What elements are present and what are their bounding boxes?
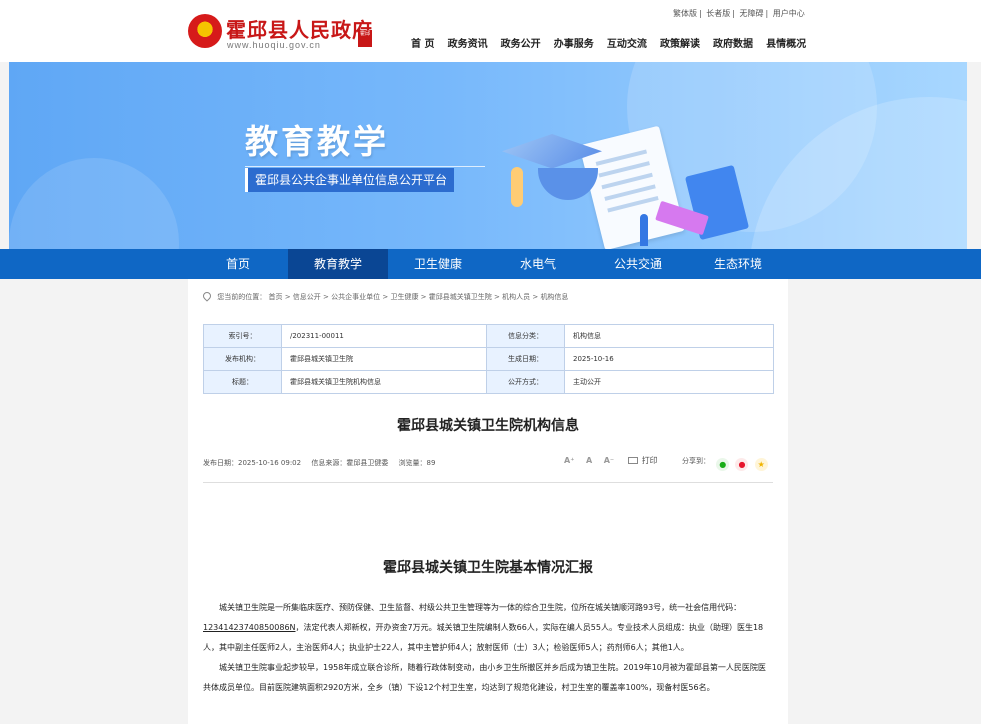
nav-interaction[interactable]: 互动交流 bbox=[607, 35, 647, 50]
article-tools: A⁺ A A⁻ 打印 bbox=[564, 455, 658, 466]
national-emblem-icon bbox=[188, 14, 222, 48]
nav-government-openness[interactable]: 政务公开 bbox=[501, 35, 541, 50]
traditional-version-link[interactable]: 繁体版 bbox=[673, 9, 697, 18]
font-small-button[interactable]: A⁻ bbox=[604, 456, 614, 465]
article-title: 霍邱县城关镇卫生院机构信息 bbox=[397, 418, 579, 434]
nav-services[interactable]: 办事服务 bbox=[554, 35, 594, 50]
elderly-version-link[interactable]: 长者版 bbox=[706, 9, 730, 18]
accessibility-link[interactable]: 无障碍 bbox=[740, 9, 764, 18]
breadcrumb: 您当前的位置： 首页 > 信息公开 > 公共企事业单位 > 卫生健康 > 霍邱县… bbox=[201, 290, 568, 302]
breadcrumb-public-units[interactable]: 公共企事业单位 bbox=[331, 293, 380, 301]
paragraph: 城关镇卫生院是一所集临床医疗、预防保健、卫生监督、村级公共卫生管理等为一体的综合… bbox=[203, 598, 773, 658]
section-title: 霍邱县城关镇卫生院基本情况汇报 bbox=[383, 560, 593, 576]
tassel-icon bbox=[511, 167, 523, 207]
category-health[interactable]: 卫生健康 bbox=[388, 249, 488, 279]
breadcrumb-personnel[interactable]: 机构人员 bbox=[502, 293, 530, 301]
table-cell: 发布机构： bbox=[203, 347, 282, 371]
table-cell: 2025-10-16 bbox=[564, 347, 774, 371]
table-cell: 霍邱县城关镇卫生院机构信息 bbox=[281, 370, 487, 394]
table-row: 索引号： /202311-00011 信息分类： 机构信息 bbox=[203, 324, 774, 348]
category-environment[interactable]: 生态环境 bbox=[688, 249, 788, 279]
nav-county-overview[interactable]: 县情概况 bbox=[766, 35, 806, 50]
share-section: 分享到： ● ● ★ bbox=[682, 456, 768, 471]
location-icon bbox=[201, 290, 213, 302]
site-title[interactable]: 霍邱县人民政府 bbox=[226, 14, 373, 43]
nav-policy-interpretation[interactable]: 政策解读 bbox=[660, 35, 700, 50]
category-education[interactable]: 教育教学 bbox=[288, 249, 388, 279]
article-info: 发布日期：2025-10-16 09:02 信息来源：霍邱县卫健委 浏览量：89 bbox=[203, 458, 435, 468]
content-panel: 您当前的位置： 首页 > 信息公开 > 公共企事业单位 > 卫生健康 > 霍邱县… bbox=[188, 279, 788, 724]
banner-subtitle: 霍邱县公共企事业单位信息公开平台 bbox=[245, 168, 455, 192]
category-home[interactable]: 首页 bbox=[188, 249, 288, 279]
table-row: 标题： 霍邱县城关镇卫生院机构信息 公开方式： 主动公开 bbox=[203, 370, 774, 394]
table-row: 发布机构： 霍邱县城关镇卫生院 生成日期： 2025-10-16 bbox=[203, 347, 774, 371]
table-cell: 公开方式： bbox=[486, 370, 565, 394]
divider bbox=[203, 482, 773, 483]
table-cell: 索引号： bbox=[203, 324, 282, 348]
font-large-button[interactable]: A⁺ bbox=[564, 456, 574, 465]
print-button[interactable]: 打印 bbox=[642, 456, 658, 465]
banner: 教育教学 霍邱县公共企事业单位信息公开平台 bbox=[9, 62, 967, 249]
nav-government-news[interactable]: 政务资讯 bbox=[448, 35, 488, 50]
table-cell: /202311-00011 bbox=[281, 324, 487, 348]
table-cell: 机构信息 bbox=[564, 324, 774, 348]
site-header: 霍邱县人民政府 www.huoqiu.gov.cn 霍邱 繁体版 | 长者版 | 无… bbox=[0, 0, 981, 62]
nav-government-data[interactable]: 政府数据 bbox=[713, 35, 753, 50]
category-public-transport[interactable]: 公共交通 bbox=[588, 249, 688, 279]
top-links: 繁体版 | 长者版 | 无障碍 | 用户中心 bbox=[673, 9, 805, 18]
font-medium-button[interactable]: A bbox=[586, 456, 592, 465]
paragraph: 城关镇卫生院事业起步较早，1958年成立联合诊所，随着行政体制变动，由小乡卫生所… bbox=[203, 663, 766, 692]
breadcrumb-info-open[interactable]: 信息公开 bbox=[293, 293, 321, 301]
nav-home[interactable]: 首 页 bbox=[411, 35, 434, 50]
category-utilities[interactable]: 水电气 bbox=[488, 249, 588, 279]
table-cell: 主动公开 bbox=[564, 370, 774, 394]
user-center-link[interactable]: 用户中心 bbox=[773, 9, 805, 18]
breadcrumb-health[interactable]: 卫生健康 bbox=[390, 293, 418, 301]
table-cell: 标题： bbox=[203, 370, 282, 394]
category-navigation: 首页 教育教学 卫生健康 水电气 公共交通 生态环境 bbox=[0, 249, 981, 279]
article-body: 城关镇卫生院是一所集临床医疗、预防保健、卫生监督、村级公共卫生管理等为一体的综合… bbox=[203, 598, 773, 698]
graduation-cap-icon bbox=[538, 168, 598, 200]
share-label: 分享到： bbox=[682, 457, 710, 465]
site-url: www.huoqiu.gov.cn bbox=[227, 40, 321, 50]
view-count: 浏览量：89 bbox=[398, 459, 436, 467]
banner-decoration bbox=[9, 158, 179, 249]
paragraph-text: 城关镇卫生院是一所集临床医疗、预防保健、卫生监督、村级公共卫生管理等为一体的综合… bbox=[219, 603, 742, 612]
wechat-icon[interactable]: ● bbox=[716, 458, 730, 471]
banner-divider bbox=[245, 166, 485, 167]
main-navigation: 首 页 政务资讯 政务公开 办事服务 互动交流 政策解读 政府数据 县情概况 bbox=[411, 32, 814, 51]
table-cell: 霍邱县城关镇卫生院 bbox=[281, 347, 487, 371]
breadcrumb-organization-info[interactable]: 机构信息 bbox=[540, 293, 568, 301]
favorite-star-icon[interactable]: ★ bbox=[754, 458, 768, 471]
metadata-table: 索引号： /202311-00011 信息分类： 机构信息 发布机构： 霍邱县城… bbox=[203, 324, 774, 394]
credit-code: 12341423740850086N bbox=[203, 623, 296, 632]
seal-icon: 霍邱 bbox=[358, 30, 372, 47]
weibo-icon[interactable]: ● bbox=[735, 458, 749, 471]
breadcrumb-home[interactable]: 首页 bbox=[268, 293, 282, 301]
table-cell: 信息分类： bbox=[486, 324, 565, 348]
publish-date: 发布日期：2025-10-16 09:02 bbox=[203, 459, 302, 467]
banner-title: 教育教学 bbox=[245, 122, 389, 161]
breadcrumb-hospital[interactable]: 霍邱县城关镇卫生院 bbox=[429, 293, 492, 301]
table-cell: 生成日期： bbox=[486, 347, 565, 371]
person-illustration bbox=[640, 214, 648, 246]
print-icon[interactable] bbox=[627, 457, 638, 464]
information-source: 信息来源：霍邱县卫健委 bbox=[311, 459, 389, 467]
breadcrumb-prefix: 您当前的位置： bbox=[217, 293, 267, 301]
